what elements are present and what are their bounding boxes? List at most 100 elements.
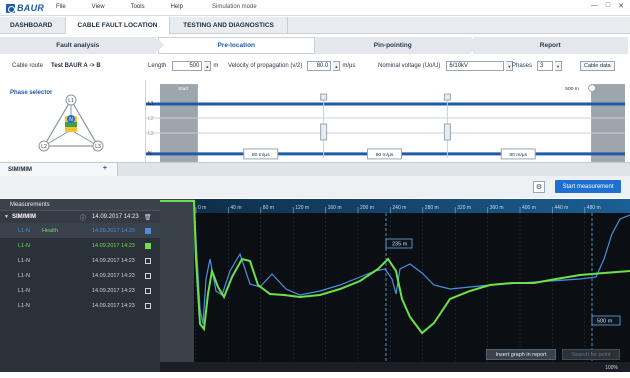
- x-tick-label: 160 m: [328, 205, 342, 211]
- measurement-row[interactable]: L1-N 14.09.2017 14:23: [0, 268, 160, 283]
- chevron-down-icon[interactable]: ▼: [555, 61, 563, 71]
- phases-select[interactable]: 3: [537, 61, 554, 71]
- menu-tools[interactable]: Tools: [131, 4, 145, 10]
- measurement-name: L1-N: [18, 302, 30, 309]
- vop-stepper[interactable]: ▲: [333, 61, 341, 71]
- length-stepper[interactable]: ▲: [204, 61, 212, 71]
- tab-cable-fault-location[interactable]: CABLE FAULT LOCATION: [66, 17, 170, 34]
- group-time: 14.09.2017 14:23: [92, 214, 139, 220]
- gear-icon[interactable]: ⚙: [533, 181, 545, 193]
- measurement-row[interactable]: L1-N 14.09.2017 14:23: [0, 283, 160, 298]
- chevron-right-icon: [470, 37, 479, 53]
- phase-node-l2[interactable]: L2: [38, 140, 50, 152]
- measurement-checkbox[interactable]: [145, 257, 151, 264]
- phase-triangle-diagram: L1 L2 L3 N: [38, 94, 104, 152]
- line-label-l2: L2: [148, 116, 154, 122]
- search-point-button: Search for point: [562, 349, 620, 360]
- health-label: Health: [42, 227, 58, 234]
- x-tick-label: 200 m: [360, 205, 374, 211]
- start-marker: Start: [178, 86, 189, 92]
- phase-node-l3[interactable]: L3: [92, 140, 104, 152]
- measurement-row[interactable]: L1-N Health 14.09.2017 14:23: [0, 223, 160, 238]
- menu-help[interactable]: Help: [171, 4, 183, 10]
- delete-icon[interactable]: 🗑: [144, 214, 152, 221]
- x-tick-label: 120 m: [295, 205, 309, 211]
- measurement-name: L1-N: [18, 242, 30, 249]
- close-icon[interactable]: ✕: [618, 2, 624, 10]
- bottom-margin: [0, 372, 630, 378]
- measurement-checkbox[interactable]: [145, 302, 151, 309]
- speed-label-3[interactable]: 80 m/μs: [500, 148, 536, 160]
- x-tick-label: 240 m: [392, 205, 406, 211]
- tab-testing-diagnostics[interactable]: TESTING AND DIAGNOSTICS: [170, 17, 288, 34]
- start-measurement-button[interactable]: Start measurement: [555, 180, 621, 193]
- svg-text:80 m/μs: 80 m/μs: [509, 152, 527, 158]
- length-input[interactable]: 500: [172, 61, 203, 71]
- measurement-checkbox[interactable]: [145, 242, 151, 249]
- graph-status-bar: 100%: [160, 362, 630, 372]
- step-pre-location[interactable]: Pre-location: [157, 37, 315, 54]
- x-tick-label: 80 m: [263, 205, 274, 211]
- measurement-list-header: Measurements: [0, 199, 160, 211]
- phase-node-n[interactable]: N: [65, 115, 77, 132]
- collapse-arrow-icon[interactable]: ▼: [4, 214, 9, 220]
- step-fault-analysis[interactable]: Fault analysis: [0, 37, 164, 54]
- svg-text:L2: L2: [41, 144, 47, 150]
- voltage-select[interactable]: 6/10kV: [446, 61, 505, 71]
- add-tab-icon[interactable]: +: [103, 165, 107, 172]
- x-tick-label: 360 m: [490, 205, 504, 211]
- step-report[interactable]: Report: [472, 37, 630, 54]
- measurement-time: 14.09.2017 14:23: [92, 272, 135, 279]
- step-label: Report: [539, 42, 561, 49]
- insert-graph-button[interactable]: Insert graph in report: [486, 349, 556, 360]
- info-icon[interactable]: ⓘ: [80, 213, 86, 222]
- measurement-name: L1-N: [18, 227, 30, 234]
- tab-dashboard[interactable]: DASHBOARD: [0, 17, 66, 34]
- minimize-icon[interactable]: —: [591, 2, 598, 10]
- x-tick-label: 280 m: [425, 205, 439, 211]
- x-tick-label: 320 m: [457, 205, 471, 211]
- measurement-checkbox[interactable]: [145, 287, 151, 294]
- x-tick-label: 440 m: [554, 205, 568, 211]
- graph-canvas[interactable]: 0 m 40 m 80 m 120 m 160 m 200 m 240 m 280 m 320 …: [160, 199, 630, 362]
- length-unit: m: [213, 63, 219, 69]
- menu-file[interactable]: File: [56, 4, 66, 10]
- vop-input[interactable]: 80.0: [307, 61, 332, 71]
- speed-label-2[interactable]: 80 m/μs: [367, 148, 402, 160]
- menu-view[interactable]: View: [92, 4, 105, 10]
- pre-zero-area: [160, 199, 194, 362]
- group-name: SIM/MIM: [11, 214, 36, 220]
- x-tick-label: 0 m: [198, 205, 206, 211]
- measurement-row[interactable]: L1-N 14.09.2017 14:23: [0, 238, 160, 253]
- maximize-icon[interactable]: □: [606, 2, 610, 10]
- measurement-tabs: SIM/MIM +: [0, 162, 630, 176]
- measurement-name: L1-N: [18, 272, 30, 279]
- reflection-graph[interactable]: 0 m 40 m 80 m 120 m 160 m 200 m 240 m 280 m 320 …: [160, 199, 630, 372]
- measurement-name: L1-N: [18, 287, 30, 294]
- x-tick-label: 40 m: [230, 205, 241, 211]
- measurement-row[interactable]: L1-N 14.09.2017 14:23: [0, 298, 160, 313]
- step-label: Pin-pointing: [373, 42, 412, 49]
- line-label-l3: L3: [148, 131, 154, 137]
- measurement-time: 14.09.2017 14:23: [92, 242, 135, 249]
- step-label: Fault analysis: [56, 42, 100, 49]
- simulation-mode-label: Simulation mode: [212, 4, 257, 10]
- measurement-row[interactable]: L1-N 14.09.2017 14:23: [0, 253, 160, 268]
- measurement-group[interactable]: ▼ SIM/MIM ⓘ 14.09.2017 14:23 🗑: [0, 211, 160, 223]
- graph-toolbar: ⚙ Start measurement: [0, 176, 630, 198]
- cable-route-value: Test BAUR A -> B: [51, 63, 101, 69]
- title-bar: BAUR File View Tools Help Simulation mod…: [0, 0, 630, 16]
- phase-node-l1[interactable]: L1: [65, 94, 77, 106]
- measurement-checkbox[interactable]: [145, 227, 151, 234]
- logo-text: BAUR: [17, 3, 45, 13]
- x-tick-label: 480 m: [587, 205, 601, 211]
- cable-data-button[interactable]: Cable data: [580, 61, 615, 71]
- tab-sim-mim[interactable]: SIM/MIM +: [0, 163, 118, 176]
- step-pin-pointing[interactable]: Pin-pointing: [315, 37, 479, 54]
- phases-label: Phases: [512, 63, 533, 69]
- speed-label-1[interactable]: 80 m/μs: [243, 148, 279, 160]
- cable-route-label: Cable route: [12, 63, 44, 69]
- logo-icon: [6, 3, 15, 13]
- measurement-checkbox[interactable]: [145, 272, 151, 279]
- menu-bar: File View Tools Help: [56, 4, 209, 10]
